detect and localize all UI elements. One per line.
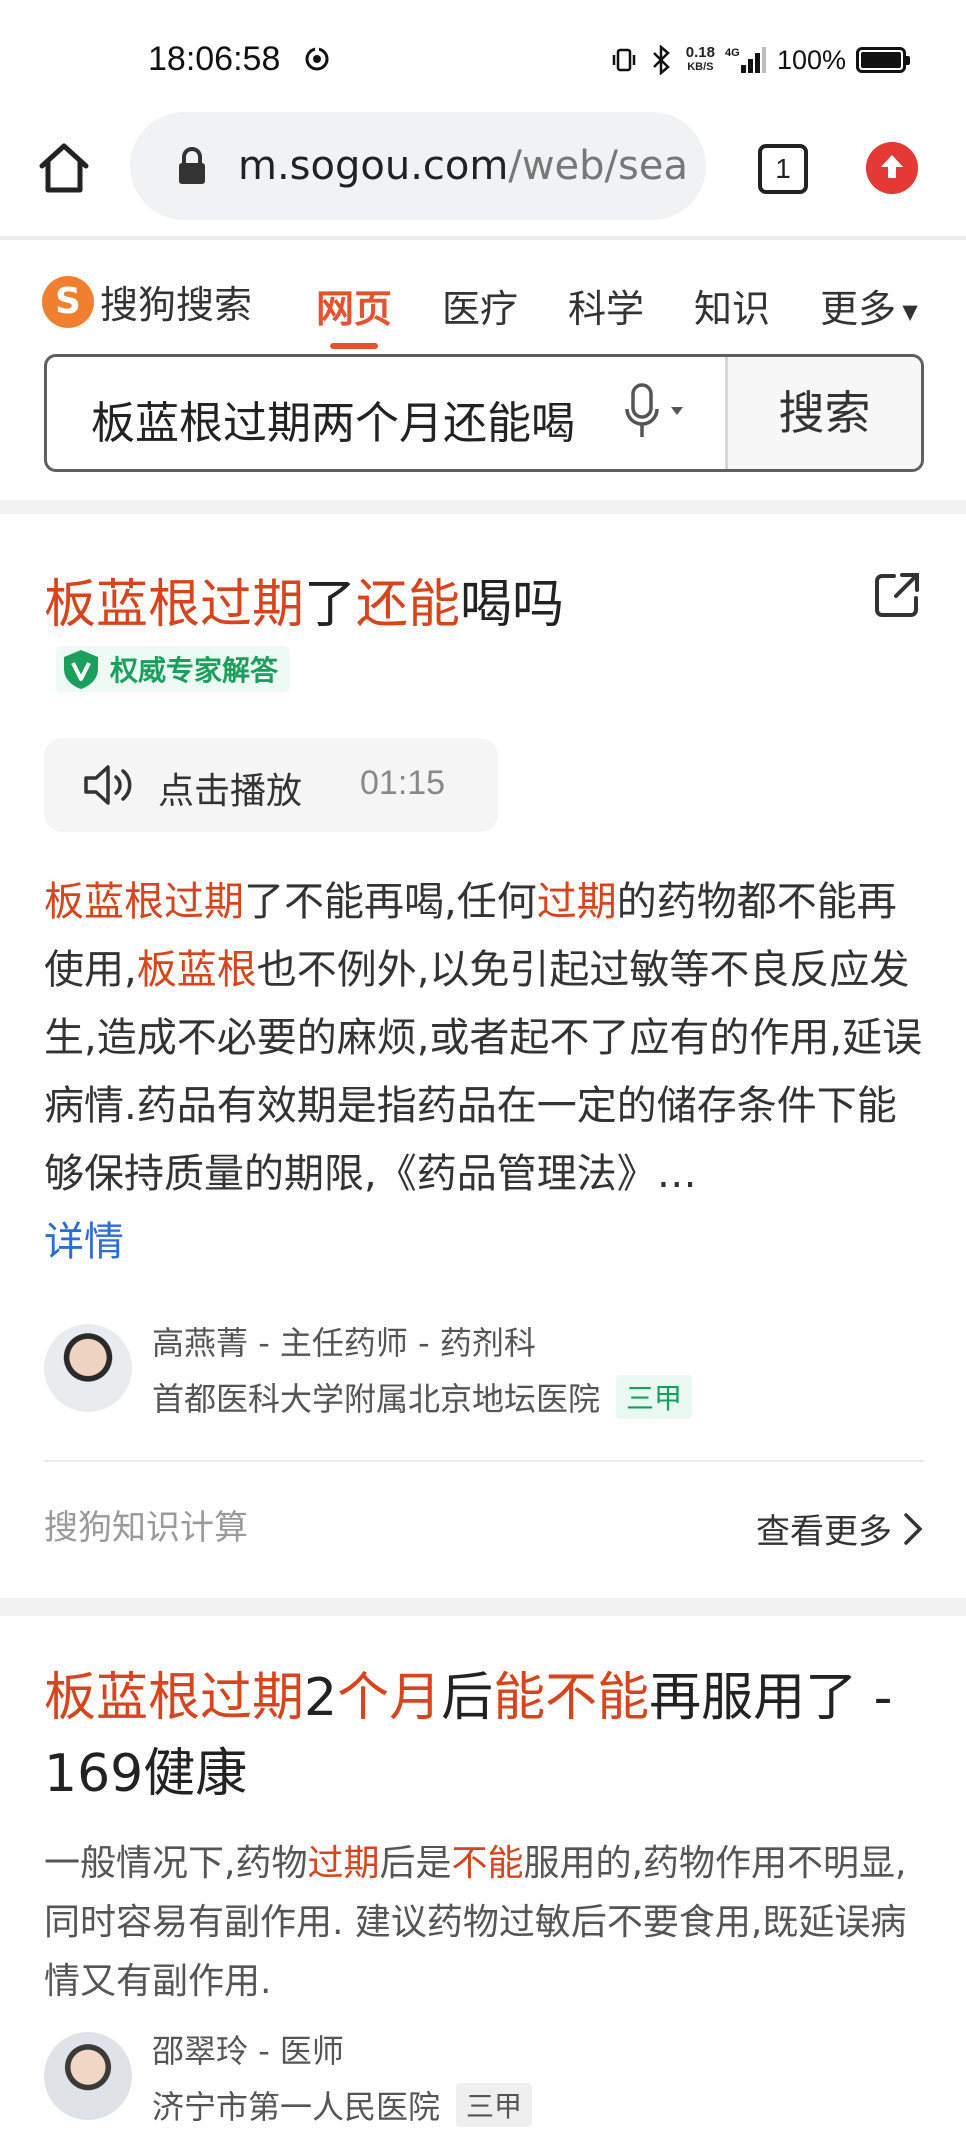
- browser-toolbar: m.sogou.com/web/sea 1: [0, 110, 966, 240]
- sogou-header: S 搜狗搜索 网页 医疗 科学 知识 更多 ▼ 板蓝根过期两个月还能喝 搜索: [0, 244, 966, 500]
- home-icon[interactable]: [34, 138, 94, 198]
- tab-knowledge[interactable]: 知识: [694, 278, 770, 333]
- lock-icon: [179, 147, 205, 184]
- author-credentials: 高燕菁 - 主任药师 - 药剂科: [152, 1324, 536, 1362]
- result-title[interactable]: 板蓝根过期了还能喝吗: [44, 562, 564, 637]
- tabs-button[interactable]: 1: [758, 144, 808, 194]
- status-time: 18:06:58: [148, 40, 281, 78]
- microphone-icon[interactable]: [621, 381, 693, 445]
- play-label: 点击播放: [158, 771, 303, 812]
- url-text: m.sogou.com/web/sea: [238, 143, 688, 189]
- external-link-icon[interactable]: [872, 570, 922, 620]
- verified-shield-icon: [64, 650, 98, 689]
- bluetooth-icon: [652, 45, 670, 75]
- hospital-grade-badge: 三甲: [456, 2083, 533, 2127]
- source-label: 搜狗知识计算: [44, 1508, 248, 1548]
- result-snippet: 一般情况下,药物过期后是不能服用的,药物作用不明显,同时容易有副作用. 建议药物…: [44, 1843, 907, 2002]
- view-more-link[interactable]: 查看更多: [756, 1504, 924, 1553]
- section-divider: [0, 1598, 966, 1616]
- author-info[interactable]: 邵翠玲 - 医师 济宁市第一人民医院 三甲: [44, 2026, 924, 2128]
- speaker-icon: [84, 765, 132, 805]
- address-bar[interactable]: m.sogou.com/web/sea: [130, 112, 706, 220]
- avatar: [44, 2032, 132, 2120]
- sogou-logo[interactable]: S 搜狗搜索: [42, 274, 252, 329]
- signal-icon: 4G: [725, 47, 766, 73]
- audio-player[interactable]: 点击播放 01:15: [44, 738, 498, 832]
- search-input[interactable]: 板蓝根过期两个月还能喝: [91, 387, 641, 451]
- tab-web[interactable]: 网页: [316, 278, 392, 349]
- result-title[interactable]: 板蓝根过期2个月后能不能再服用了 - 169健康: [44, 1660, 934, 1812]
- chevron-right-icon: [904, 1512, 923, 1545]
- result-card-169jk: 板蓝根过期2个月后能不能再服用了 - 169健康 一般情况下,药物过期后是不能服…: [0, 1620, 966, 2147]
- detail-link[interactable]: 详情: [44, 1219, 124, 1265]
- sync-icon: [305, 45, 329, 71]
- vibrate-icon: [612, 48, 635, 72]
- avatar: [44, 1324, 132, 1412]
- expert-badge: 权威专家解答: [56, 646, 291, 692]
- network-speed: 0.18 KB/S: [685, 44, 715, 73]
- card-divider: [44, 1460, 924, 1462]
- battery-icon: [856, 47, 910, 73]
- tab-science[interactable]: 科学: [568, 278, 644, 333]
- tab-medical[interactable]: 医疗: [442, 278, 518, 333]
- result-card-expert: 板蓝根过期了还能喝吗 权威专家解答 点击播放 01:15 板蓝根过期了不能再喝,…: [0, 514, 966, 1598]
- caret-down-icon: ▼: [896, 299, 918, 324]
- hospital-grade-badge: 三甲: [616, 1375, 693, 1419]
- tab-more[interactable]: 更多 ▼: [820, 278, 918, 333]
- result-snippet: 板蓝根过期了不能再喝,任何过期的药物都不能再使用,板蓝根也不例外,以免引起过敏等…: [44, 879, 923, 1265]
- audio-duration: 01:15: [360, 764, 446, 802]
- author-hospital: 首都医科大学附属北京地坛医院 三甲: [152, 1374, 693, 1420]
- author-hospital: 济宁市第一人民医院 三甲: [152, 2082, 533, 2128]
- section-divider: [0, 500, 966, 514]
- svg-text:4G: 4G: [725, 47, 740, 59]
- category-tabs: 网页 医疗 科学 知识 更多 ▼: [316, 278, 918, 349]
- search-button[interactable]: 搜索: [725, 357, 921, 469]
- status-bar: 18:06:58 0.18 KB/S 4G 100%: [0, 0, 966, 110]
- search-box: 板蓝根过期两个月还能喝 搜索: [44, 354, 924, 472]
- update-icon[interactable]: [866, 142, 918, 194]
- battery-percent: 100%: [776, 44, 846, 75]
- author-info[interactable]: 高燕菁 - 主任药师 - 药剂科 首都医科大学附属北京地坛医院 三甲: [44, 1318, 924, 1420]
- author-credentials: 邵翠玲 - 医师: [152, 2032, 344, 2070]
- sogou-logo-icon: S: [42, 275, 94, 328]
